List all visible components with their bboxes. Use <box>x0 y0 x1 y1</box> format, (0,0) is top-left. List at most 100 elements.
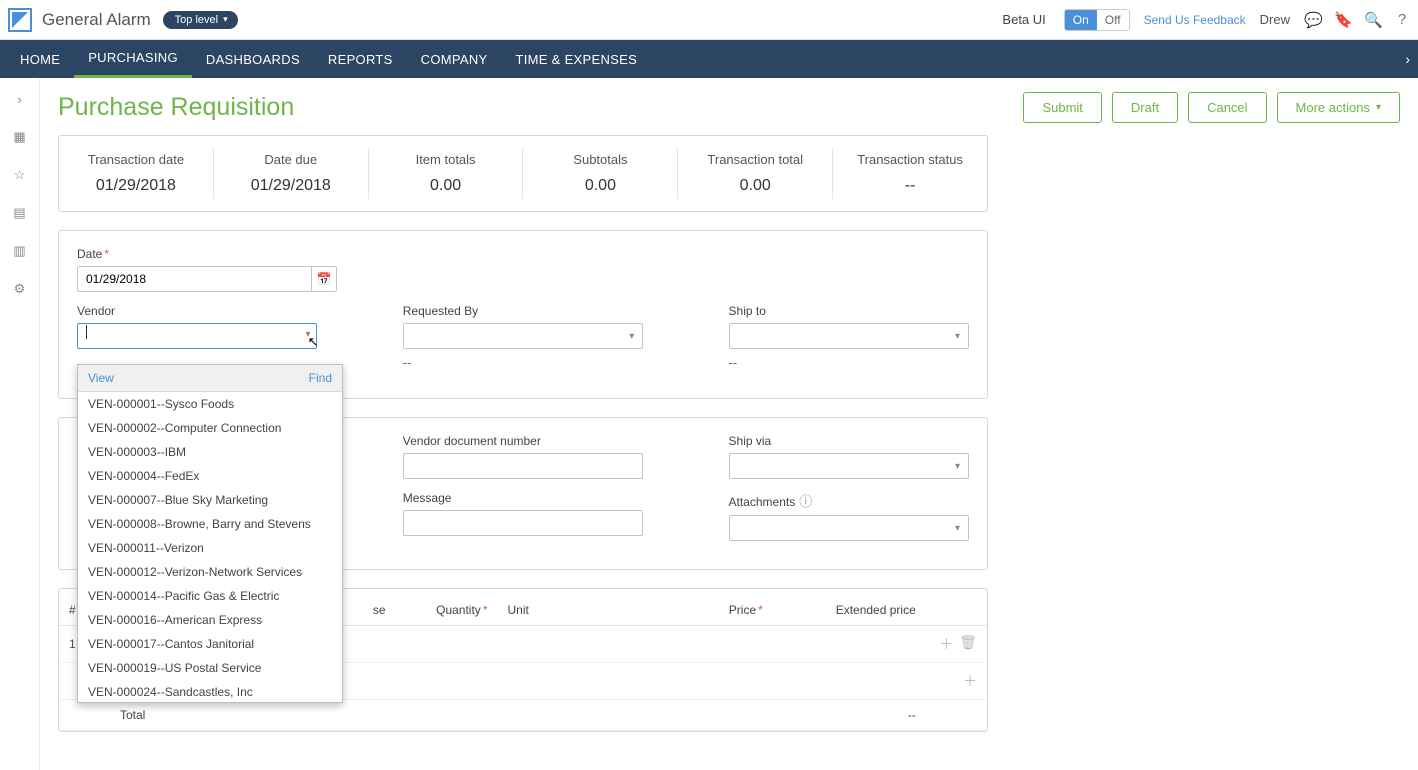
vendor-option[interactable]: VEN-000011--Verizon <box>78 536 342 560</box>
ship-to-label: Ship to <box>729 304 969 318</box>
rail-favorite-icon[interactable]: ☆ <box>14 167 26 183</box>
rail-clipboard-icon[interactable]: ▥ <box>13 243 25 259</box>
add-row-icon[interactable]: ＋ <box>963 671 977 691</box>
dropdown-header: View Find <box>78 365 342 392</box>
chevron-down-icon[interactable]: ▾ <box>305 329 310 340</box>
total-row: Total -- <box>59 700 987 731</box>
toggle-on[interactable]: On <box>1065 10 1097 30</box>
ship-via-label: Ship via <box>729 434 969 448</box>
vendor-option[interactable]: VEN-000004--FedEx <box>78 464 342 488</box>
rail-report-icon[interactable]: ▤ <box>13 205 25 221</box>
feedback-link[interactable]: Send Us Feedback <box>1144 13 1246 27</box>
summary-item-totals: Item totals 0.00 <box>369 148 524 199</box>
vendor-option[interactable]: VEN-000007--Blue Sky Marketing <box>78 488 342 512</box>
rail-dashboard-icon[interactable]: ▦ <box>13 129 25 145</box>
date-label: Date* <box>77 247 337 261</box>
delete-row-icon[interactable]: 🗑 <box>959 634 977 654</box>
text-cursor <box>86 325 87 339</box>
attachments-group: Attachmentsⓘ ▾ <box>729 491 969 541</box>
date-label-text: Date <box>77 247 102 261</box>
vendor-doc-input[interactable] <box>403 453 643 479</box>
vendor-option[interactable]: VEN-000017--Cantos Janitorial <box>78 632 342 656</box>
vendor-option[interactable]: VEN-000019--US Postal Service <box>78 656 342 680</box>
vendor-doc-label: Vendor document number <box>403 434 643 448</box>
page-content: Purchase Requisition Submit Draft Cancel… <box>40 78 1418 770</box>
calendar-icon[interactable]: 📅 <box>311 266 337 292</box>
message-input[interactable] <box>403 510 643 536</box>
nav-reports[interactable]: REPORTS <box>314 40 407 78</box>
vendor-option[interactable]: VEN-000012--Verizon-Network Services <box>78 560 342 584</box>
date-input[interactable] <box>77 266 311 292</box>
nav-purchasing[interactable]: PURCHASING <box>74 40 192 78</box>
attachments-label: Attachmentsⓘ <box>729 491 969 510</box>
add-row-icon[interactable]: ＋ <box>939 634 953 654</box>
vendor-option[interactable]: VEN-000016--American Express <box>78 608 342 632</box>
summary-label: Item totals <box>379 152 513 167</box>
vendor-option[interactable]: VEN-000001--Sysco Foods <box>78 392 342 416</box>
required-indicator: * <box>104 247 109 261</box>
total-label: Total <box>110 700 396 731</box>
main-nav: HOME PURCHASING DASHBOARDS REPORTS COMPA… <box>0 40 1418 78</box>
attachments-select[interactable]: ▾ <box>729 515 969 541</box>
nav-dashboards[interactable]: DASHBOARDS <box>192 40 314 78</box>
total-value: -- <box>773 700 926 731</box>
cancel-button[interactable]: Cancel <box>1188 92 1266 123</box>
rail-settings-icon[interactable]: ⚙ <box>14 281 26 297</box>
user-name[interactable]: Drew <box>1260 12 1290 27</box>
draft-button[interactable]: Draft <box>1112 92 1178 123</box>
vendor-option[interactable]: VEN-000014--Pacific Gas & Electric <box>78 584 342 608</box>
summary-label: Transaction date <box>69 152 203 167</box>
beta-ui-label: Beta UI <box>1002 12 1045 27</box>
summary-value: 0.00 <box>379 177 513 195</box>
more-actions-button[interactable]: More actions ▾ <box>1277 92 1400 123</box>
entity-level-label: Top level <box>175 14 218 26</box>
vendor-dropdown-list[interactable]: VEN-000001--Sysco Foods VEN-000002--Comp… <box>78 392 342 702</box>
help-icon[interactable]: ⓘ <box>799 494 812 509</box>
dropdown-view-link[interactable]: View <box>88 371 114 385</box>
vendor-option[interactable]: VEN-000003--IBM <box>78 440 342 464</box>
company-name: General Alarm <box>42 10 151 30</box>
requested-by-group: Requested By ▾ -- <box>403 304 643 370</box>
bookmark-icon[interactable]: 🔖 <box>1334 11 1350 29</box>
summary-subtotals: Subtotals 0.00 <box>523 148 678 199</box>
ship-to-select[interactable]: ▾ <box>729 323 969 349</box>
required-indicator: * <box>758 603 763 617</box>
vendor-input[interactable]: ▾ ↖ <box>77 323 317 349</box>
date-field-group: Date* 📅 <box>77 247 337 292</box>
nav-home[interactable]: HOME <box>6 40 74 78</box>
vendor-doc-group: Vendor document number <box>403 434 643 479</box>
chat-icon[interactable]: 💬 <box>1304 11 1320 29</box>
chevron-down-icon: ▾ <box>955 331 960 342</box>
attachments-label-text: Attachments <box>729 495 796 509</box>
summary-card: Transaction date 01/29/2018 Date due 01/… <box>58 135 988 212</box>
nav-company[interactable]: COMPANY <box>407 40 502 78</box>
vendor-option[interactable]: VEN-000024--Sandcastles, Inc <box>78 680 342 702</box>
summary-label: Transaction total <box>688 152 822 167</box>
page-header: Purchase Requisition Submit Draft Cancel… <box>40 78 1418 135</box>
app-logo <box>8 8 32 32</box>
chevron-down-icon: ▾ <box>223 14 228 25</box>
ship-via-select[interactable]: ▾ <box>729 453 969 479</box>
col-price: Price* <box>620 595 773 626</box>
beta-ui-toggle[interactable]: On Off <box>1064 9 1130 31</box>
nav-scroll-right-icon[interactable]: › <box>1405 40 1410 78</box>
col-extended: Extended price <box>773 595 926 626</box>
submit-button[interactable]: Submit <box>1023 92 1101 123</box>
requested-by-select[interactable]: ▾ <box>403 323 643 349</box>
toggle-off[interactable]: Off <box>1097 10 1129 30</box>
ship-to-value: -- <box>729 355 969 370</box>
rail-expand-icon[interactable]: › <box>17 92 21 107</box>
help-icon[interactable]: ? <box>1394 11 1410 28</box>
nav-time-expenses[interactable]: TIME & EXPENSES <box>502 40 652 78</box>
chevron-down-icon: ▾ <box>629 331 634 342</box>
requested-by-label: Requested By <box>403 304 643 318</box>
message-label: Message <box>403 491 643 505</box>
entity-level-pill[interactable]: Top level ▾ <box>163 11 238 29</box>
vendor-option[interactable]: VEN-000002--Computer Connection <box>78 416 342 440</box>
dropdown-find-link[interactable]: Find <box>309 371 332 385</box>
search-icon[interactable]: 🔍 <box>1364 11 1380 29</box>
vendor-option[interactable]: VEN-000008--Browne, Barry and Stevens <box>78 512 342 536</box>
summary-label: Transaction status <box>843 152 977 167</box>
summary-transaction-status: Transaction status -- <box>833 148 987 199</box>
summary-transaction-date: Transaction date 01/29/2018 <box>59 148 214 199</box>
